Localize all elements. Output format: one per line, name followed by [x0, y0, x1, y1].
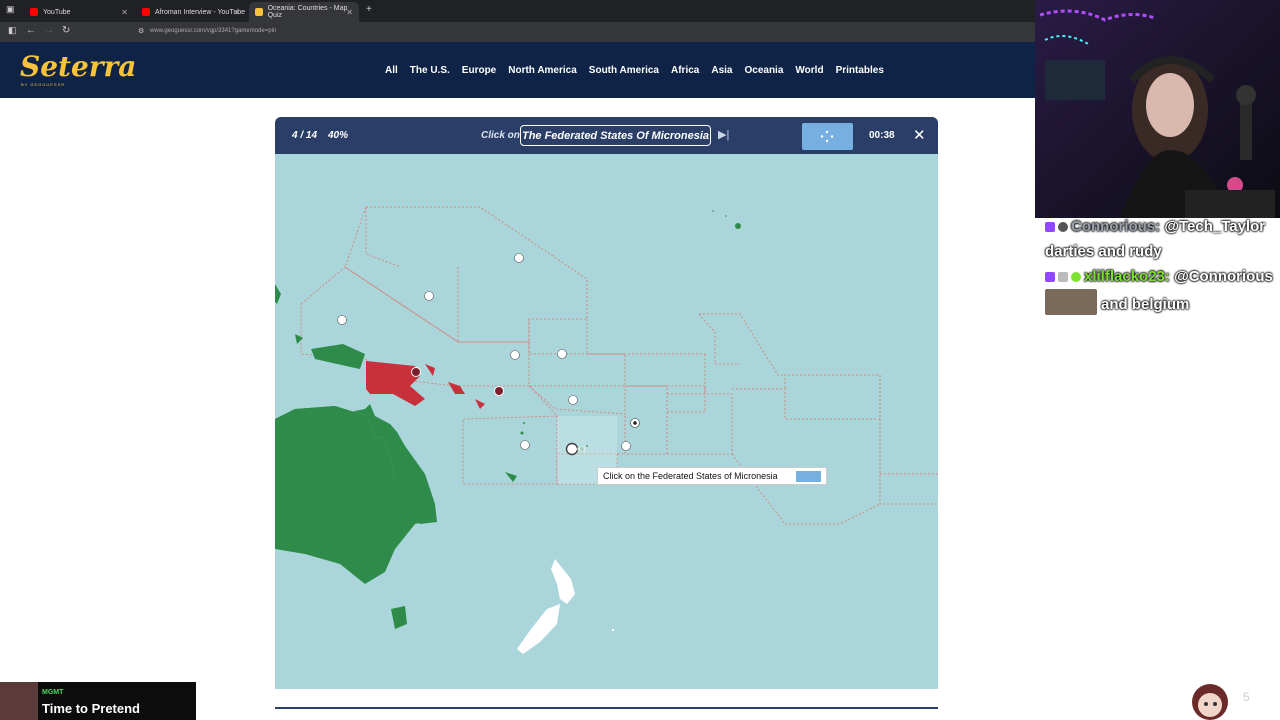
webcam-feed — [1035, 0, 1280, 218]
nav-africa[interactable]: Africa — [671, 65, 699, 76]
question-progress: 4 / 14 — [292, 130, 318, 141]
nav-north-america[interactable]: North America — [508, 65, 577, 76]
twitch-badge-icon — [1045, 272, 1055, 283]
address-bar: ◧ ← → ↻ ⚙ www.geoguessr.com/vgp/3341?gam… — [0, 22, 1035, 42]
webcam-image — [1035, 0, 1280, 218]
chat-mention: @Tech_Taylor — [1164, 218, 1266, 235]
tooltip-text: Click on the Federated States of Microne… — [603, 471, 778, 481]
new-zealand-land — [517, 559, 615, 654]
score-percent: 40% — [328, 130, 349, 141]
tab-title: YouTube — [43, 8, 71, 16]
tab-afroman[interactable]: Afroman Interview - YouTube ✕ — [136, 2, 246, 22]
tab-menu-icon[interactable]: ▣ — [6, 4, 15, 15]
viewer-count: 5 — [1243, 690, 1250, 704]
tab-youtube[interactable]: YouTube ✕ — [24, 2, 134, 22]
close-tab-icon[interactable]: ✕ — [346, 8, 353, 17]
user-badge-icon — [1058, 272, 1068, 283]
chat-message: Connorious: @Tech_Taylor — [1045, 218, 1265, 235]
site-info-icon[interactable]: ⚙ — [138, 27, 144, 35]
nav-oceania[interactable]: Oceania — [744, 65, 783, 76]
youtube-favicon-icon — [30, 8, 38, 16]
chat-message-text: darties and rudy — [1045, 243, 1162, 260]
click-on-label: Click on — [481, 130, 520, 141]
nav-europe[interactable]: Europe — [462, 65, 496, 76]
pin-marker-wrong[interactable] — [411, 367, 421, 377]
pin-marker[interactable] — [568, 395, 578, 405]
back-icon[interactable]: ← — [26, 25, 36, 36]
sidebar-icon[interactable]: ◧ — [8, 25, 17, 36]
pin-marker[interactable] — [621, 441, 631, 451]
browser-tab-bar: ▣ YouTube ✕ Afroman Interview - YouTube … — [0, 0, 1035, 22]
close-tab-icon[interactable]: ✕ — [233, 8, 240, 17]
skip-icon[interactable]: ▶| — [718, 128, 729, 141]
main-nav: All The U.S. Europe North America South … — [385, 65, 884, 76]
reload-icon[interactable]: ↻ — [62, 25, 70, 36]
pin-marker[interactable] — [337, 315, 347, 325]
new-tab-icon[interactable]: + — [366, 4, 372, 15]
pin-marker[interactable] — [520, 440, 530, 450]
oceania-map[interactable] — [275, 154, 938, 689]
chat-username: xlilflacko23: — [1084, 268, 1170, 285]
nav-asia[interactable]: Asia — [711, 65, 732, 76]
nav-all[interactable]: All — [385, 65, 398, 76]
close-tab-icon[interactable]: ✕ — [121, 8, 128, 17]
now-playing-artist: MGMT — [42, 689, 64, 696]
tab-title: Afroman Interview - YouTube — [155, 8, 246, 16]
pin-marker[interactable] — [514, 253, 524, 263]
chat-message: xlilflacko23: @Connorious — [1045, 268, 1273, 285]
now-playing-title: Time to Pretend — [42, 701, 141, 716]
streamer-avatar — [1192, 684, 1228, 720]
now-playing-widget: MGMT Time to Pretend — [0, 682, 196, 720]
chat-mention: @Connorious — [1174, 268, 1273, 285]
user-badge-icon — [1058, 222, 1068, 233]
wrong-country[interactable] — [366, 361, 485, 409]
pin-marker[interactable] — [557, 349, 567, 359]
correct-countries[interactable] — [275, 223, 741, 629]
pin-marker-wrong[interactable] — [494, 386, 504, 396]
nav-printables[interactable]: Printables — [836, 65, 884, 76]
chat-message-text: and belgium — [1101, 296, 1190, 313]
pin-marker[interactable] — [424, 291, 434, 301]
logo-subtitle: BY GEOGUESSR — [21, 82, 66, 87]
nav-world[interactable]: World — [795, 65, 823, 76]
flag-hint-button[interactable] — [802, 123, 853, 150]
quiz-status-bar: 4 / 14 40% Click on The Federated States… — [275, 117, 938, 154]
chat-username: Connorious: — [1071, 218, 1161, 235]
stream-chat: Connorious: @Tech_Taylor darties and rud… — [1035, 218, 1280, 328]
seterra-favicon-icon — [255, 8, 263, 16]
close-quiz-icon[interactable]: ✕ — [913, 126, 926, 144]
nav-us[interactable]: The U.S. — [410, 65, 450, 76]
site-logo[interactable]: Seterra — [20, 50, 136, 83]
url-input[interactable]: www.geoguessr.com/vgp/3341?gamemode=pin — [150, 28, 276, 34]
tab-seterra[interactable]: Oceania: Countries - Map Quiz ✕ — [249, 2, 359, 22]
site-header: Seterra BY GEOGUESSR All The U.S. Europe… — [0, 42, 1035, 98]
micronesia-flag-icon — [820, 130, 834, 143]
sub-badge-icon — [1071, 272, 1081, 283]
chat-emote-icon — [1045, 289, 1097, 315]
album-art — [0, 682, 38, 720]
twitch-badge-icon — [1045, 222, 1055, 233]
tab-title: Oceania: Countries - Map Quiz — [267, 5, 348, 19]
micronesia-flag-icon — [796, 471, 821, 482]
panel-divider — [275, 707, 938, 709]
forward-icon[interactable]: → — [44, 25, 54, 36]
youtube-favicon-icon — [142, 8, 150, 16]
quiz-panel: 4 / 14 40% Click on The Federated States… — [275, 117, 938, 689]
pin-marker[interactable] — [510, 350, 520, 360]
small-islands — [523, 210, 727, 447]
quiz-timer: 00:38 — [869, 130, 895, 141]
target-country: The Federated States Of Micronesia — [520, 125, 711, 146]
map-tooltip: Click on the Federated States of Microne… — [597, 467, 827, 485]
nav-south-america[interactable]: South America — [589, 65, 659, 76]
